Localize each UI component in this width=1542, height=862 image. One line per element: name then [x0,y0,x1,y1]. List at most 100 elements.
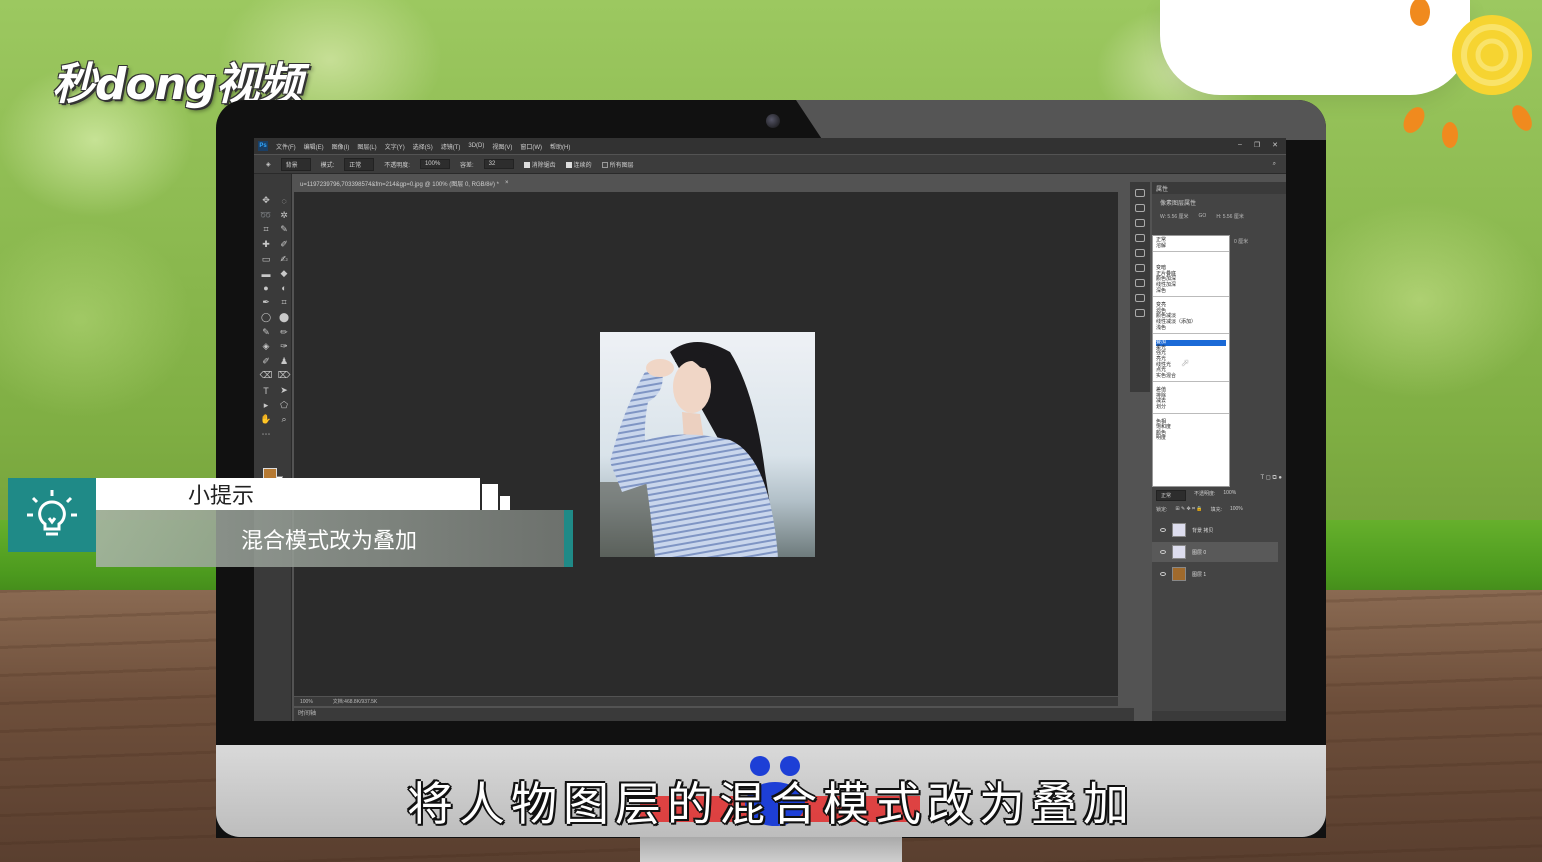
timeline-tab[interactable]: 时间轴 [294,708,1134,721]
paths-panel-icon[interactable] [1135,294,1145,302]
tip-accent-bar [564,510,573,567]
canvas-area[interactable] [294,192,1118,696]
tools-panel-icon[interactable] [1135,309,1145,317]
dodge-tool-icon[interactable]: ◐ [278,282,290,296]
blend-option[interactable]: 实色混合 [1156,373,1226,380]
gradient-tool-icon[interactable]: ◆ [278,267,290,281]
libraries-panel-icon[interactable] [1135,279,1145,287]
menu-3d[interactable]: 3D(D) [468,143,484,149]
menu-help[interactable]: 帮助(H) [550,142,570,151]
menu-file[interactable]: 文件(F) [276,142,296,151]
restore-icon[interactable]: ❐ [1254,141,1260,149]
close-icon[interactable]: ✕ [1272,141,1278,149]
blend-mode-dropdown[interactable]: 正常 溶解 变暗 正片叠底 颜色加深 线性加深 深色 变亮 滤色 颜色减淡 线性… [1152,235,1230,487]
link-button[interactable]: GO [1199,213,1207,220]
zoom-tool-icon[interactable]: ⌕ [278,413,290,427]
path-select-icon[interactable]: ➤ [278,384,290,398]
direct-select-icon[interactable]: ▸ [260,398,272,412]
opacity-label: 不透明度: [384,162,410,169]
antialias-checkbox[interactable]: 消除锯齿 [523,160,556,169]
history-brush-icon[interactable]: ✍ [278,252,290,266]
blend-group-overlay: 叠加 柔光 强光 亮光 线性光 点光 实色混合 [1153,334,1229,383]
eraser-tool-icon[interactable]: ▬ [260,267,272,281]
sponge-tool-icon[interactable]: ⬤ [278,311,290,325]
layer-opacity-input[interactable]: 100% [1223,490,1236,501]
menu-edit[interactable]: 编辑(E) [304,142,324,151]
bg-eraser-icon[interactable]: ⌦ [278,369,291,383]
healing-tool-icon[interactable]: ✚ [260,238,272,252]
magic-wand-icon[interactable]: ✲ [278,209,290,223]
frame-tool-icon[interactable]: ⌗ [278,296,290,310]
all-layers-label: 所有图层 [609,162,634,169]
eye-icon[interactable] [1160,572,1166,576]
brush-tool-icon[interactable]: ✐ [278,238,290,252]
blend-option[interactable]: 浅色 [1156,325,1226,332]
swatches-panel-icon[interactable] [1135,219,1145,227]
history-panel-icon[interactable] [1135,189,1145,197]
search-icon[interactable]: ⌕ [1273,161,1276,168]
menu-type[interactable]: 文字(Y) [385,142,405,151]
minimize-icon[interactable]: – [1238,141,1242,149]
fill-input[interactable]: 100% [1230,506,1243,513]
brush-alt-icon[interactable]: ✐ [260,355,272,369]
pen-tool-icon[interactable]: ✒ [260,296,272,310]
x-field[interactable]: 0 厘米 [1234,238,1248,245]
eye-icon[interactable] [1160,528,1166,532]
styles-panel-icon[interactable] [1135,249,1145,257]
zoom-level[interactable]: 100% [300,699,313,705]
mode-select[interactable]: 正常 [344,157,375,171]
blend-group-darken: 变暗 正片叠底 颜色加深 线性加深 深色 [1153,252,1229,298]
layer-row-active[interactable]: 图层 0 [1152,542,1278,562]
color-replace-icon[interactable]: ✑ [278,340,290,354]
smudge-tool-icon[interactable]: ✎ [260,325,272,339]
blur-tool-icon[interactable]: ● [260,282,272,296]
all-layers-checkbox[interactable]: 所有图层 [601,160,634,169]
menu-select[interactable]: 选择(S) [413,142,433,151]
marquee-tool-icon[interactable]: ◌ [278,194,290,208]
hand-tool-icon[interactable]: ✋ [260,413,272,427]
tab-close-icon[interactable]: × [505,180,509,186]
layer-row[interactable]: 图层 1 [1152,564,1278,584]
eyedropper-tool-icon[interactable]: ✎ [278,223,290,237]
menu-view[interactable]: 视图(V) [492,142,512,151]
stamp-tool-icon[interactable]: ▭ [260,252,272,266]
adjustments-panel-icon[interactable] [1135,234,1145,242]
layer-blend-select[interactable]: 正常 [1156,490,1186,501]
blend-option[interactable]: 深色 [1156,288,1226,295]
color-panel-icon[interactable] [1135,204,1145,212]
paint-bucket-icon[interactable]: ◈ [266,161,271,168]
blend-option[interactable]: 溶解 [1156,243,1226,250]
crop-tool-icon[interactable]: ⌗ [260,223,272,237]
sun-icon [1403,0,1532,148]
layer-filter-icons[interactable]: T ◻ ⧉ ● [1261,474,1282,482]
type-tool-icon[interactable]: T [260,384,272,398]
stamp-alt-icon[interactable]: ♟ [278,355,290,369]
tolerance-input[interactable]: 32 [483,159,514,169]
document-photo[interactable] [600,332,815,557]
blend-option[interactable]: 划分 [1156,404,1226,411]
paint-bucket-tool-icon[interactable]: ◈ [260,340,272,354]
menu-filter[interactable]: 滤镜(T) [441,142,461,151]
menu-window[interactable]: 窗口(W) [520,142,542,151]
document-tab[interactable]: u=1197239796,703398574&fm=214&gp=0.jpg @… [294,176,515,190]
menu-image[interactable]: 图像(I) [332,142,350,151]
more-tools-icon[interactable]: ⋯ [260,428,272,442]
contiguous-checkbox[interactable]: 连续的 [565,160,592,169]
lasso-tool-icon[interactable]: ➿ [260,209,272,223]
layer-row[interactable]: 背景 拷贝 [1152,520,1278,540]
eye-icon[interactable] [1160,550,1166,554]
custom-shape-icon[interactable]: ⬠ [278,398,290,412]
tool-preset-select[interactable]: 背景 [280,157,311,171]
lock-icons[interactable]: ⊞ ✎ ✥ ⌗ 🔒 [1175,506,1202,513]
tip-body: 混合模式改为叠加 [96,510,568,567]
height-field[interactable]: H: 5.56 厘米 [1216,213,1244,220]
pencil-tool-icon[interactable]: ✏ [278,325,290,339]
blend-option[interactable]: 明度 [1156,436,1226,442]
eraser-alt-icon[interactable]: ⌫ [260,369,273,383]
properties-panel-icon[interactable] [1135,264,1145,272]
shape-tool-icon[interactable]: ◯ [260,311,272,325]
width-field[interactable]: W: 5.56 厘米 [1160,213,1189,220]
opacity-input[interactable]: 100% [419,159,450,169]
menu-layer[interactable]: 图层(L) [357,142,376,151]
move-tool-icon[interactable]: ✥ [260,194,272,208]
